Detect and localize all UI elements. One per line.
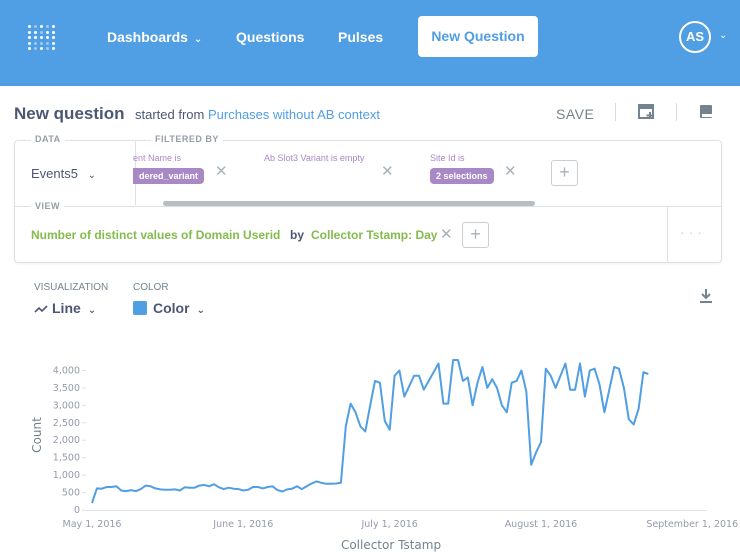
logo-dot bbox=[28, 36, 31, 39]
chevron-down-icon: ⌄ bbox=[196, 305, 205, 316]
started-from-label: started from bbox=[135, 107, 205, 122]
x-tick-label: June 1, 2016 bbox=[212, 519, 273, 530]
data-source-picker[interactable]: Events5 ⌄ bbox=[31, 166, 96, 181]
color-value: Color bbox=[153, 300, 190, 316]
filter-scrollbar[interactable] bbox=[163, 201, 535, 206]
logo-dot bbox=[34, 25, 37, 28]
logo-dot bbox=[46, 30, 49, 34]
y-tick-label: 500 bbox=[62, 488, 80, 499]
logo-dot bbox=[40, 47, 43, 50]
filter-2-label[interactable]: Ab Slot3 Variant is empty bbox=[264, 153, 364, 163]
logo-dot bbox=[34, 41, 37, 45]
metabase-logo-icon[interactable] bbox=[28, 25, 56, 51]
logo-dot bbox=[28, 47, 31, 50]
avatar[interactable]: AS bbox=[679, 21, 711, 53]
logo-dot bbox=[28, 25, 31, 28]
add-filter-button[interactable]: + bbox=[551, 160, 578, 186]
aggregation-picker[interactable]: Number of distinct values of Domain User… bbox=[31, 228, 280, 242]
nav-dashboards[interactable]: Dashboards ⌄ bbox=[107, 29, 202, 45]
logo-dot bbox=[40, 25, 43, 28]
more-options-icon[interactable]: ··· bbox=[680, 224, 706, 240]
logo-dot bbox=[46, 41, 49, 45]
logo-dot bbox=[40, 30, 43, 34]
add-to-dashboard-icon[interactable] bbox=[638, 104, 655, 125]
color-picker[interactable]: Color ⌄ bbox=[153, 300, 205, 316]
logo-dot bbox=[52, 47, 55, 50]
filter-3-value-pill[interactable]: 2 selections bbox=[430, 168, 494, 184]
x-axis-title: Collector Tstamp bbox=[341, 538, 441, 552]
color-label: COLOR bbox=[133, 282, 169, 293]
divider bbox=[676, 103, 677, 121]
chevron-down-icon: ⌄ bbox=[87, 305, 97, 316]
filter-1-label[interactable]: ent Name is bbox=[133, 153, 181, 163]
line-chart: 0 500 1,000 1,500 2,000 2,500 3,000 3,500 4,000 M… bbox=[30, 359, 738, 552]
series-line bbox=[91, 359, 649, 504]
y-tick-label: 2,500 bbox=[53, 418, 80, 429]
filter-3-label[interactable]: Site Id is bbox=[430, 153, 465, 163]
divider bbox=[15, 206, 722, 207]
new-question-button[interactable]: New Question bbox=[418, 16, 538, 57]
chevron-down-icon[interactable]: ⌄ bbox=[719, 30, 727, 41]
remove-filter-icon[interactable]: ✕ bbox=[215, 162, 228, 180]
filter-1-value-pill[interactable]: dered_variant bbox=[133, 168, 205, 184]
x-tick-label: August 1, 2016 bbox=[505, 519, 578, 530]
add-breakout-button[interactable]: + bbox=[462, 222, 489, 248]
logo-dot bbox=[34, 30, 37, 34]
y-tick-label: 4,000 bbox=[53, 365, 80, 376]
logo-dot bbox=[52, 41, 55, 45]
data-section-label: DATA bbox=[31, 134, 65, 144]
chevron-down-icon: ⌄ bbox=[87, 170, 96, 181]
logo-dot bbox=[52, 25, 55, 28]
nav-questions[interactable]: Questions bbox=[236, 29, 304, 45]
y-tick-label: 3,000 bbox=[53, 400, 80, 411]
divider bbox=[615, 103, 616, 121]
x-tick-label: May 1, 2016 bbox=[63, 519, 122, 530]
remove-breakout-icon[interactable]: ✕ bbox=[440, 225, 453, 243]
x-tick-label: September 1, 2016 bbox=[646, 519, 738, 530]
logo-dot bbox=[28, 30, 31, 34]
source-question-link[interactable]: Purchases without AB context bbox=[208, 107, 380, 122]
data-source-label: Events5 bbox=[31, 166, 78, 181]
download-icon[interactable] bbox=[699, 288, 713, 309]
chevron-down-icon: ⌄ bbox=[193, 34, 203, 45]
visualization-value: Line bbox=[52, 300, 81, 316]
logo-dot bbox=[52, 30, 55, 34]
logo-dot bbox=[28, 41, 31, 45]
remove-filter-icon[interactable]: ✕ bbox=[381, 162, 394, 180]
line-chart-icon bbox=[34, 305, 48, 313]
by-label: by bbox=[290, 228, 305, 242]
logo-dot bbox=[40, 41, 43, 45]
logo-dot bbox=[34, 36, 37, 39]
nav-pulses[interactable]: Pulses bbox=[338, 29, 383, 45]
logo-dot bbox=[46, 47, 49, 50]
color-swatch[interactable] bbox=[133, 301, 147, 315]
started-from-text: started from Purchases without AB contex… bbox=[135, 107, 380, 122]
y-tick-label: 2,000 bbox=[53, 435, 80, 446]
view-section-label: VIEW bbox=[31, 201, 65, 211]
logo-dot bbox=[34, 47, 37, 50]
breakout-picker[interactable]: Collector Tstamp: Day bbox=[311, 228, 437, 242]
filtered-by-section-label: FILTERED BY bbox=[151, 134, 223, 144]
visualization-picker[interactable]: Line ⌄ bbox=[34, 300, 96, 316]
visualization-label: VISUALIZATION bbox=[34, 282, 109, 293]
reference-book-icon[interactable] bbox=[699, 104, 713, 125]
y-tick-label: 1,500 bbox=[53, 453, 80, 464]
logo-dot bbox=[52, 36, 55, 39]
save-button[interactable]: SAVE bbox=[556, 106, 594, 122]
nav-dashboards-label: Dashboards bbox=[107, 29, 188, 45]
y-axis-title: Count bbox=[30, 417, 44, 453]
y-tick-label: 1,000 bbox=[53, 470, 80, 481]
remove-filter-icon[interactable]: ✕ bbox=[504, 162, 517, 180]
logo-dot bbox=[46, 25, 49, 28]
logo-dot bbox=[40, 36, 43, 39]
y-tick-label: 3,500 bbox=[53, 383, 80, 394]
page-title: New question bbox=[14, 104, 125, 123]
logo-dot bbox=[46, 36, 49, 39]
x-tick-label: July 1, 2016 bbox=[360, 519, 417, 530]
top-nav: Dashboards ⌄ Questions Pulses New Questio… bbox=[0, 0, 740, 86]
divider bbox=[667, 207, 668, 262]
y-tick-label: 0 bbox=[74, 505, 80, 516]
